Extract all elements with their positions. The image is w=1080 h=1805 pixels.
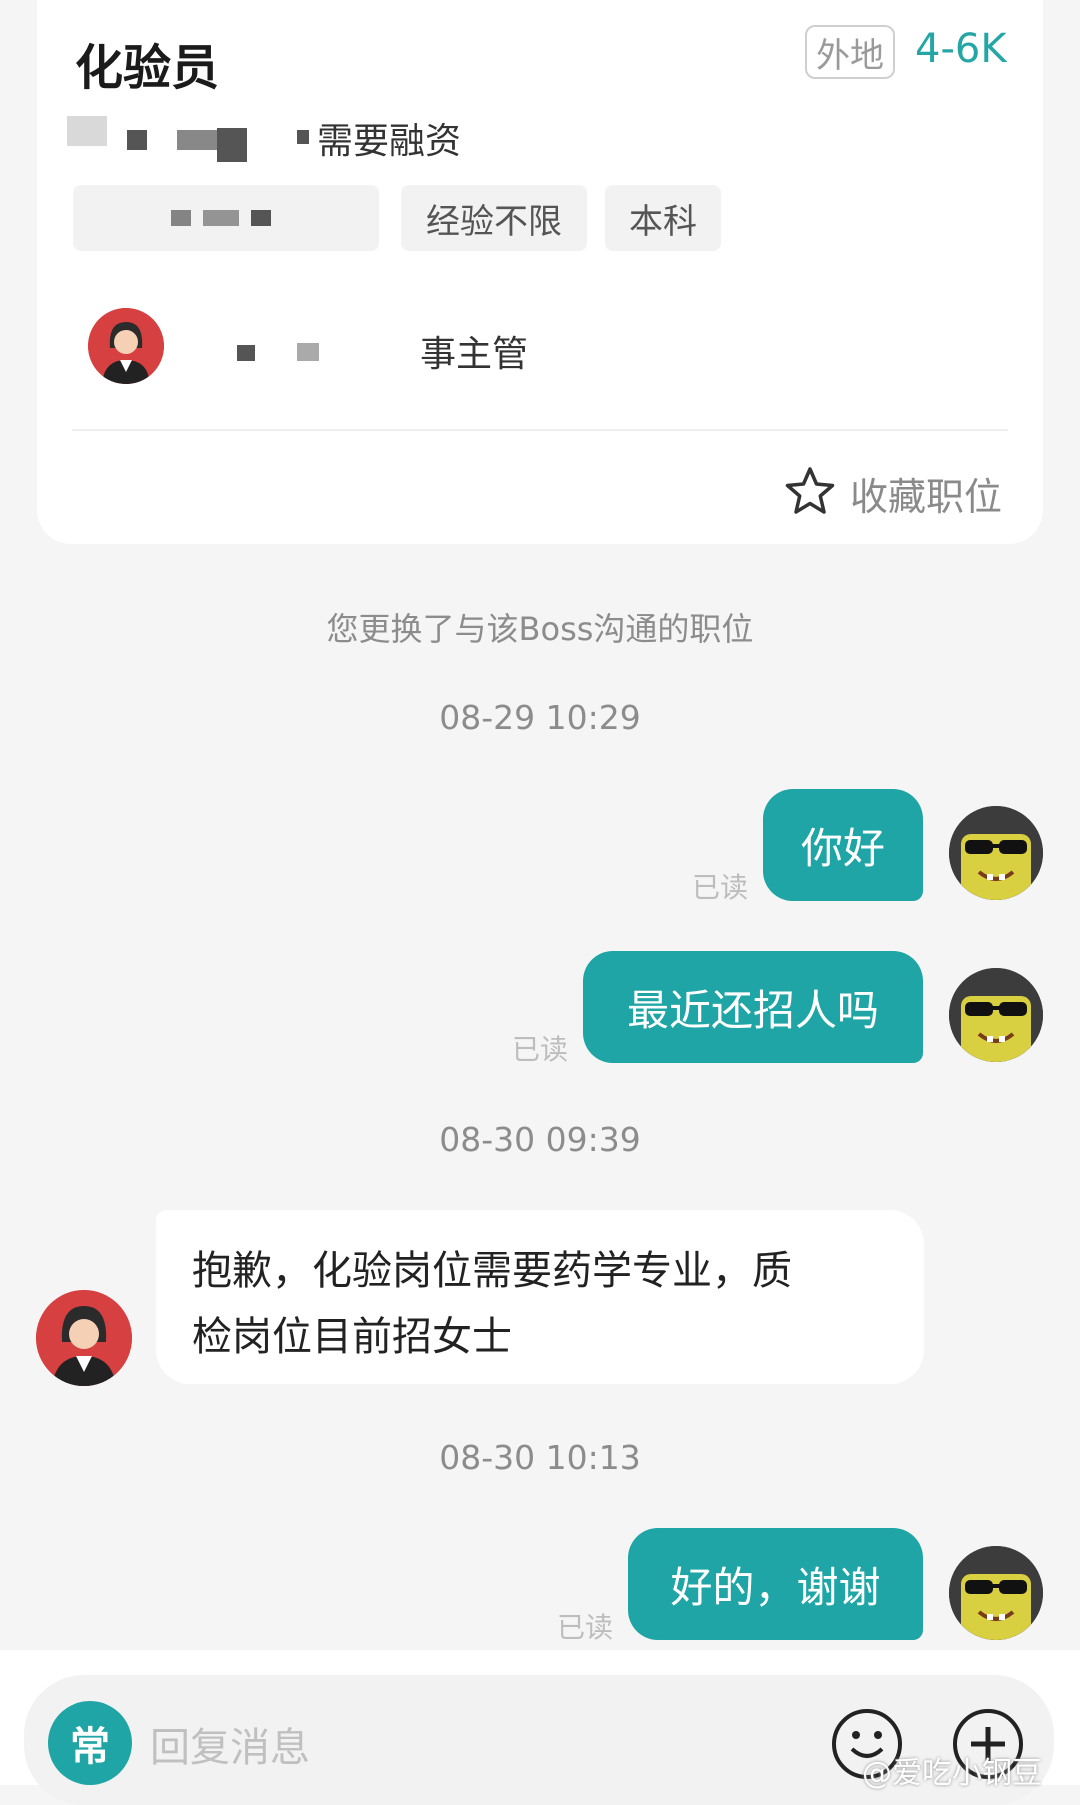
hr-avatar[interactable] xyxy=(88,308,164,384)
favorite-label: 收藏职位 xyxy=(850,474,1003,519)
timestamp: 08-29 10:29 xyxy=(439,698,641,737)
favorite-button[interactable]: 收藏职位 xyxy=(784,466,1003,520)
message-line: 抱歉，化验岗位需要药学专业，质 xyxy=(192,1248,792,1294)
message-bubble-outgoing[interactable]: 你好 xyxy=(763,789,923,901)
divider xyxy=(72,429,1008,431)
message-bubble-incoming[interactable]: 抱歉，化验岗位需要药学专业，质 检岗位目前招女士 xyxy=(156,1210,924,1384)
star-icon xyxy=(784,466,836,520)
input-placeholder: 回复消息 xyxy=(150,1725,310,1771)
hr-info: 事主管 xyxy=(237,325,737,375)
salary-range: 4-6K xyxy=(915,26,1007,72)
system-notice: 您更换了与该Boss沟通的职位 xyxy=(326,610,754,648)
company-text: 需要融资 xyxy=(317,121,462,162)
read-status: 已读 xyxy=(512,1033,569,1066)
hr-avatar[interactable] xyxy=(36,1290,132,1386)
message-bubble-outgoing[interactable]: 最近还招人吗 xyxy=(583,951,923,1063)
user-avatar[interactable] xyxy=(949,968,1043,1062)
job-title: 化验员 xyxy=(75,40,220,96)
message-line: 检岗位目前招女士 xyxy=(192,1314,512,1360)
common-phrases-button[interactable]: 常 xyxy=(48,1701,132,1785)
message-bubble-outgoing[interactable]: 好的，谢谢 xyxy=(628,1528,923,1640)
tag-blurred xyxy=(73,185,379,251)
company-info: 需要融资 xyxy=(67,108,667,168)
tag-experience: 经验不限 xyxy=(401,185,587,251)
watermark: @爱吃小钢豆 xyxy=(862,1756,1042,1791)
read-status: 已读 xyxy=(557,1611,614,1644)
read-status: 已读 xyxy=(692,871,749,904)
user-avatar[interactable] xyxy=(949,1546,1043,1640)
timestamp: 08-30 09:39 xyxy=(439,1120,641,1159)
timestamp: 08-30 10:13 xyxy=(439,1438,641,1477)
tag-education: 本科 xyxy=(605,185,721,251)
location-badge: 外地 xyxy=(805,25,895,79)
user-avatar[interactable] xyxy=(949,806,1043,900)
job-card[interactable]: 化验员 外地 4-6K 需要融资 经验不限 本科 事主管 收藏职位 xyxy=(37,0,1043,544)
hr-title: 事主管 xyxy=(420,334,529,375)
